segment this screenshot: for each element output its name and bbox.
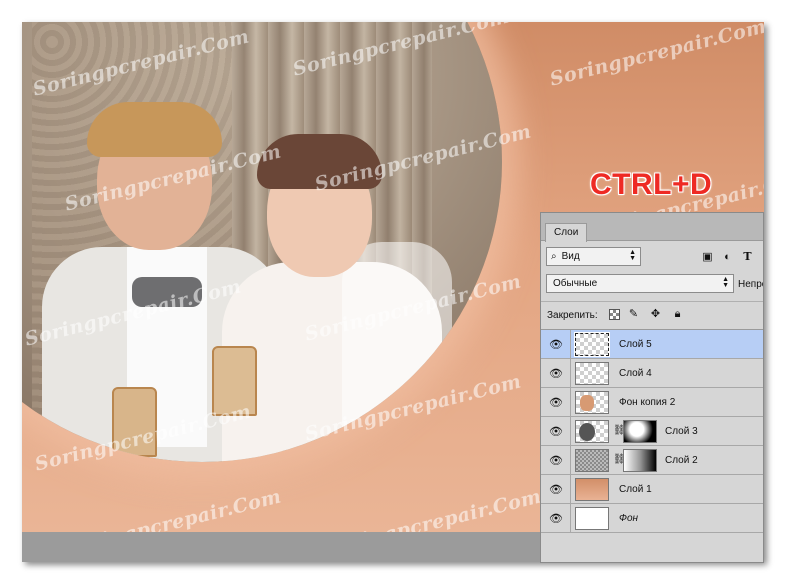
search-icon: ⌕ xyxy=(551,251,557,262)
adjustment-icon[interactable]: ◐ xyxy=(721,251,734,263)
layer-row[interactable]: 👁︎ ⛓︎ Слой 2 xyxy=(541,446,763,475)
visibility-toggle[interactable]: 👁︎ xyxy=(541,475,571,503)
visibility-toggle[interactable]: 👁︎ xyxy=(541,417,571,445)
updown-arrows-icon: ▲ ▼ xyxy=(722,276,729,289)
eye-icon: 👁︎ xyxy=(549,368,563,380)
opacity-label: Непрозрачность xyxy=(738,279,763,290)
layer-thumbnail xyxy=(575,420,609,443)
lock-transparent-icon[interactable] xyxy=(609,309,620,320)
brush-icon[interactable]: ✎ xyxy=(627,308,640,321)
visibility-toggle[interactable]: 👁︎ xyxy=(541,359,571,387)
visibility-toggle[interactable]: 👁︎ xyxy=(541,446,571,474)
watermark: Soringpcrepair.Com xyxy=(62,485,284,532)
visibility-toggle[interactable]: 👁︎ xyxy=(541,504,571,532)
eye-icon: 👁︎ xyxy=(549,339,563,351)
watermark: Soringpcrepair.Com xyxy=(322,485,544,532)
layer-thumbnail xyxy=(575,391,609,414)
lock-icon[interactable]: 🔒︎ xyxy=(671,308,684,321)
watermark: Soringpcrepair.Com xyxy=(547,22,764,91)
filter-value: Вид xyxy=(561,251,580,262)
lock-row: Закрепить: ✎ ✥ 🔒︎ xyxy=(541,301,763,325)
lock-label: Закрепить: xyxy=(547,310,598,321)
blend-mode-value: Обычные xyxy=(553,278,598,289)
layer-row[interactable]: 👁︎ Слой 4 xyxy=(541,359,763,388)
eye-icon: 👁︎ xyxy=(549,484,563,496)
layer-row[interactable]: 👁︎ ⛓︎ Слой 3 xyxy=(541,417,763,446)
layer-thumbnail xyxy=(575,478,609,501)
text-icon[interactable]: T xyxy=(741,251,754,263)
eye-icon: 👁︎ xyxy=(549,455,563,467)
layer-name: Фон xyxy=(619,513,639,524)
move-icon[interactable]: ✥ xyxy=(649,308,662,321)
blend-mode-select[interactable]: Обычные ▲ ▼ xyxy=(546,274,734,293)
layer-row[interactable]: 👁︎ Слой 5 xyxy=(541,330,763,359)
layer-mask-thumbnail[interactable] xyxy=(623,420,657,443)
groom-hair xyxy=(87,102,222,157)
layer-name: Слой 5 xyxy=(619,339,652,350)
layer-thumbnail xyxy=(574,332,610,357)
layer-thumbnail xyxy=(575,507,609,530)
visibility-toggle[interactable]: 👁︎ xyxy=(541,388,571,416)
layer-row[interactable]: 👁︎ Фон xyxy=(541,504,763,533)
panel-tab-bar: Слои xyxy=(541,213,763,242)
layer-list: 👁︎ Слой 5 👁︎ Слой 4 👁︎ Фон копия 2 👁︎ ⛓︎… xyxy=(541,329,763,561)
layer-name: Слой 1 xyxy=(619,484,652,495)
layer-row[interactable]: 👁︎ Слой 1 xyxy=(541,475,763,504)
layer-filter-row: ⌕ Вид ▲ ▼ ▣ ◐ T xyxy=(541,245,763,271)
layer-name: Фон копия 2 xyxy=(619,397,676,408)
layers-panel: Слои ⌕ Вид ▲▼ ▣ ◐ T Обычные ▲▼ Непрозрачн… xyxy=(540,212,764,563)
updown-arrows-icon: ▲ ▼ xyxy=(629,249,636,262)
eye-icon: 👁︎ xyxy=(549,426,563,438)
layer-thumbnail xyxy=(575,449,609,472)
layer-mask-thumbnail[interactable] xyxy=(623,449,657,472)
layer-name: Слой 2 xyxy=(665,455,698,466)
visibility-toggle[interactable]: 👁︎ xyxy=(541,330,571,358)
layer-name: Слой 4 xyxy=(619,368,652,379)
layer-thumbnail xyxy=(575,362,609,385)
layer-row[interactable]: 👁︎ Фон копия 2 xyxy=(541,388,763,417)
shortcut-annotation: CTRL+D xyxy=(590,168,713,201)
blend-mode-row: Обычные ▲▼ Непрозрачность xyxy=(541,273,763,297)
tab-layers[interactable]: Слои xyxy=(545,223,588,242)
image-icon[interactable]: ▣ xyxy=(701,251,714,263)
screenshot-frame: Soringpcrepair.Com Soringpcrepair.Com So… xyxy=(0,0,785,585)
eye-icon: 👁︎ xyxy=(549,397,563,409)
layer-name: Слой 3 xyxy=(665,426,698,437)
eye-icon: 👁︎ xyxy=(549,513,563,525)
layer-filter-select[interactable]: ⌕ Вид ▲ ▼ xyxy=(546,247,641,266)
